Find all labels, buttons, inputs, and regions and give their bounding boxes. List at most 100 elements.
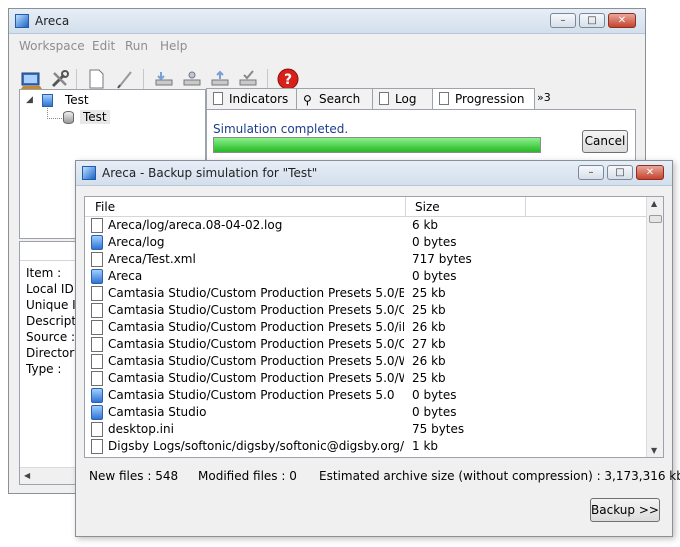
tools-icon[interactable] (49, 68, 71, 90)
tab-indicators[interactable]: Indicators (206, 88, 297, 109)
file-name: Camtasia Studio/Custom Production Preset… (108, 354, 404, 368)
column-separator[interactable] (525, 197, 526, 216)
table-row[interactable]: Camtasia Studio/Custom Production Preset… (85, 353, 647, 370)
tab-progression[interactable]: Progression (432, 88, 535, 109)
tab-overflow[interactable]: »3 (534, 88, 554, 109)
table-row[interactable]: Camtasia Studio/Custom Production Preset… (85, 387, 647, 404)
file-list[interactable]: File Size Areca/log/areca.08-04-02.log 6 … (84, 196, 664, 458)
menu-bar: Workspace Edit Run Help (9, 36, 645, 56)
recover-icon[interactable] (209, 68, 231, 90)
document-icon (213, 92, 223, 105)
file-icon (91, 218, 103, 233)
edit-icon[interactable] (114, 68, 136, 90)
table-row[interactable]: Areca 0 bytes (85, 268, 647, 285)
column-file[interactable]: File (95, 200, 115, 214)
column-size[interactable]: Size (415, 200, 440, 214)
toolbar-separator (76, 69, 77, 89)
table-row[interactable]: Camtasia Studio/Custom Production Preset… (85, 370, 647, 387)
table-row[interactable]: Areca/log 0 bytes (85, 234, 647, 251)
table-row[interactable]: desktop.ini 75 bytes (85, 421, 647, 438)
file-name: Areca/log/areca.08-04-02.log (108, 218, 283, 232)
menu-run[interactable]: Run (125, 39, 148, 53)
vertical-scrollbar[interactable]: ▲ ▼ (646, 197, 663, 457)
expand-arrow-icon[interactable]: ◢ (26, 95, 33, 105)
file-size: 27 kb (412, 337, 446, 351)
file-size: 0 bytes (412, 388, 457, 402)
folder-icon (91, 388, 103, 403)
table-row[interactable]: Camtasia Studio 0 bytes (85, 404, 647, 421)
tab-label: Search (319, 92, 361, 106)
main-window-title: Areca (35, 14, 70, 28)
file-icon (91, 252, 103, 267)
file-size: 0 bytes (412, 269, 457, 283)
tab-log[interactable]: Log (372, 88, 433, 109)
dialog-titlebar[interactable]: Areca - Backup simulation for "Test" – □… (76, 161, 672, 186)
folder-icon (91, 269, 103, 284)
tab-label: Log (395, 92, 417, 106)
file-name: Camtasia Studio/Custom Production Preset… (108, 303, 404, 317)
file-list-header: File Size (85, 197, 647, 217)
table-row[interactable]: Camtasia Studio/Custom Production Preset… (85, 285, 647, 302)
new-document-icon[interactable] (85, 68, 107, 90)
tab-label: Progression (455, 92, 525, 106)
tree-connector (47, 108, 62, 119)
main-titlebar[interactable]: Areca – □ ✕ (9, 9, 645, 34)
new-files-count: New files : 548 (89, 469, 179, 483)
scroll-down-arrow-icon[interactable]: ▼ (651, 446, 657, 455)
scroll-up-arrow-icon[interactable]: ▲ (651, 199, 657, 208)
menu-workspace[interactable]: Workspace (19, 39, 85, 53)
file-name: Camtasia Studio/Custom Production Preset… (108, 337, 404, 351)
merge-icon[interactable] (181, 68, 203, 90)
maximize-button[interactable]: □ (607, 165, 633, 180)
file-size: 25 kb (412, 371, 446, 385)
document-icon (379, 92, 389, 105)
file-name: Camtasia Studio (108, 405, 207, 419)
file-name: desktop.ini (108, 422, 174, 436)
file-name: Areca/Test.xml (108, 252, 196, 266)
tree-root-label[interactable]: Test (65, 93, 89, 107)
file-size: 75 bytes (412, 422, 465, 436)
workspace-icon[interactable] (20, 68, 42, 90)
column-separator[interactable] (405, 197, 406, 216)
workspace-node-icon (42, 94, 53, 107)
file-size: 25 kb (412, 303, 446, 317)
file-icon (91, 337, 103, 352)
toolbar-separator (267, 69, 268, 89)
file-name: Areca/log (108, 235, 165, 249)
tree-child-label[interactable]: Test (80, 110, 110, 124)
scroll-left-arrow-icon[interactable]: ◀ (24, 471, 30, 480)
estimated-size: Estimated archive size (without compress… (319, 469, 680, 483)
table-row[interactable]: Areca/log/areca.08-04-02.log 6 kb (85, 217, 647, 234)
file-size: 1 kb (412, 439, 439, 453)
svg-text:?: ? (284, 72, 292, 88)
table-row[interactable]: Camtasia Studio/Custom Production Preset… (85, 302, 647, 319)
maximize-button[interactable]: □ (579, 13, 605, 28)
table-row[interactable]: Camtasia Studio/Custom Production Preset… (85, 319, 647, 336)
table-row[interactable]: Digsby Logs/softonic/digsby/softonic@dig… (85, 438, 647, 455)
database-icon (63, 111, 74, 124)
minimize-button[interactable]: – (550, 13, 576, 28)
backup-icon[interactable] (153, 68, 175, 90)
table-row[interactable]: Camtasia Studio/Custom Production Preset… (85, 336, 647, 353)
tab-search[interactable]: ⚲ Search (296, 88, 373, 109)
menu-edit[interactable]: Edit (92, 39, 115, 53)
close-button[interactable]: ✕ (636, 165, 664, 180)
table-row[interactable]: Areca/Test.xml 717 bytes (85, 251, 647, 268)
areca-app-icon (82, 166, 96, 180)
minimize-button[interactable]: – (578, 165, 604, 180)
cancel-button[interactable]: Cancel (582, 130, 628, 153)
menu-help[interactable]: Help (160, 39, 187, 53)
help-icon[interactable]: ? (277, 68, 299, 90)
status-text: Simulation completed. (213, 122, 349, 136)
file-name: Digsby Logs/softonic/digsby/softonic@dig… (108, 439, 404, 453)
toolbar-separator (143, 69, 144, 89)
file-size: 26 kb (412, 354, 446, 368)
file-icon (91, 286, 103, 301)
scroll-thumb[interactable] (649, 215, 662, 223)
areca-app-icon (15, 14, 29, 28)
file-size: 0 bytes (412, 405, 457, 419)
file-name: Camtasia Studio/Custom Production Preset… (108, 320, 404, 334)
check-icon[interactable] (237, 68, 259, 90)
backup-button[interactable]: Backup >> (590, 498, 660, 522)
close-button[interactable]: ✕ (608, 13, 636, 28)
